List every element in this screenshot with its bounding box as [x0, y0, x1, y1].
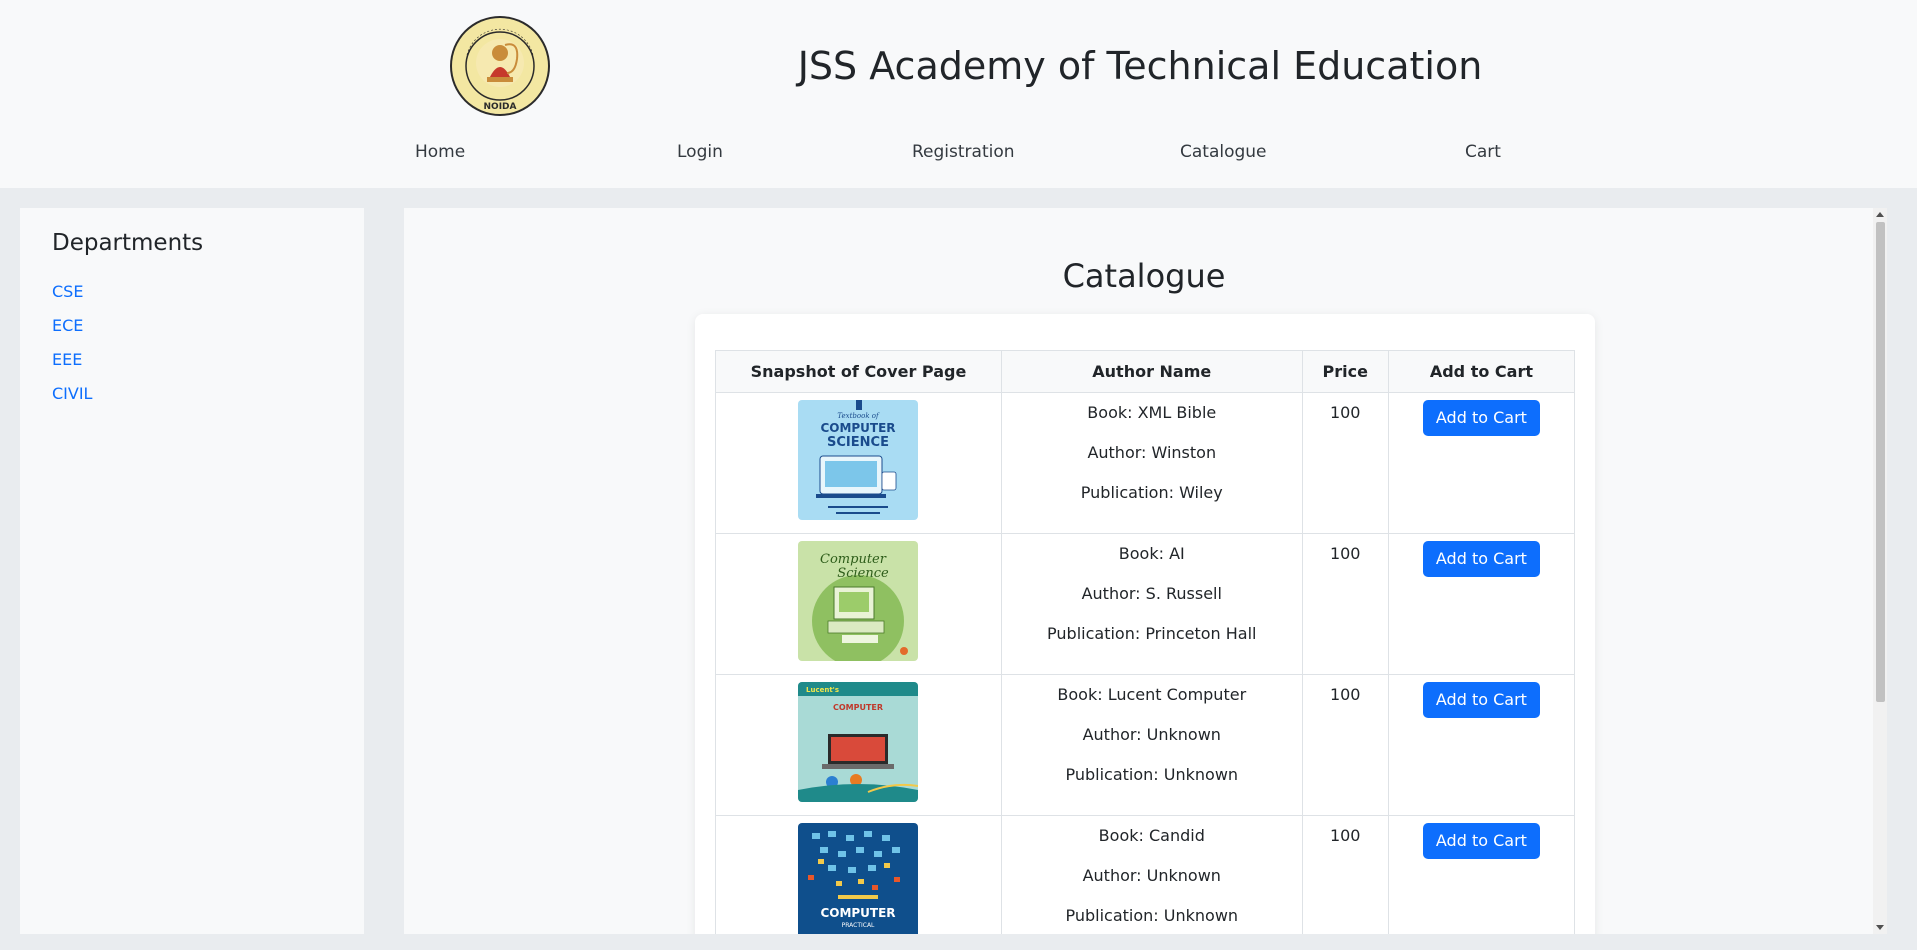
add-to-cart-cell: Add to Cart [1387, 533, 1576, 675]
add-to-cart-button[interactable]: Add to Cart [1422, 823, 1540, 859]
dept-link-cse[interactable]: CSE [52, 280, 83, 304]
book-author: Author: Winston [1087, 443, 1217, 462]
svg-text:Textbook of: Textbook of [838, 412, 881, 420]
add-to-cart-cell: Add to Cart [1387, 674, 1576, 816]
add-to-cart-button[interactable]: Add to Cart [1422, 541, 1540, 577]
nav-cart[interactable]: Cart [1465, 139, 1501, 165]
svg-text:PRACTICAL: PRACTICAL [842, 922, 875, 929]
price-cell: 100 [1301, 674, 1389, 816]
svg-text:NOIDA: NOIDA [484, 102, 517, 112]
book-cover-image[interactable]: COMPUTER PRACTICAL [798, 823, 919, 934]
catalogue-card: Snapshot of Cover Page Author Name Price… [695, 314, 1595, 934]
book-cover-image[interactable]: Computer Science [798, 541, 919, 661]
column-header-cover: Snapshot of Cover Page [715, 350, 1002, 393]
author-cell: Book: Candid Author: Unknown Publication… [1000, 815, 1303, 934]
price-cell: 100 [1301, 815, 1389, 934]
departments-title: Departments [52, 230, 204, 256]
book-publication: Publication: Unknown [1065, 906, 1239, 925]
catalogue-table: Snapshot of Cover Page Author Name Price… [715, 350, 1576, 934]
book-publication: Publication: Princeton Hall [1047, 624, 1257, 643]
cover-cell: Computer Science [715, 533, 1002, 675]
scroll-up-arrow-icon[interactable] [1876, 212, 1884, 217]
nav-registration[interactable]: Registration [912, 139, 1015, 165]
book-name: Book: Lucent Computer [1057, 685, 1247, 704]
book-name: Book: AI [1118, 544, 1185, 563]
cover-cell: Textbook of COMPUTER SCIENCE [715, 392, 1002, 534]
dept-link-ece[interactable]: ECE [52, 314, 83, 338]
price-cell: 100 [1301, 392, 1389, 534]
book-name: Book: XML Bible [1087, 403, 1217, 422]
book-cover-image[interactable]: Textbook of COMPUTER SCIENCE [798, 400, 919, 520]
site-header: NOIDA JSS Academy of Technical Education… [0, 0, 1917, 188]
column-header-add-to-cart: Add to Cart [1387, 350, 1576, 393]
svg-text:Science: Science [838, 566, 890, 581]
column-header-price: Price [1301, 350, 1389, 393]
nav-home[interactable]: Home [415, 139, 465, 165]
add-to-cart-button[interactable]: Add to Cart [1422, 682, 1540, 718]
add-to-cart-cell: Add to Cart [1387, 392, 1576, 534]
nav-catalogue[interactable]: Catalogue [1180, 139, 1267, 165]
svg-text:COMPUTER: COMPUTER [821, 906, 896, 920]
book-author: Author: S. Russell [1081, 584, 1222, 603]
author-cell: Book: Lucent Computer Author: Unknown Pu… [1000, 674, 1303, 816]
book-author: Author: Unknown [1082, 725, 1221, 744]
price-cell: 100 [1301, 533, 1389, 675]
book-name: Book: Candid [1098, 826, 1205, 845]
svg-text:COMPUTER: COMPUTER [821, 421, 896, 435]
site-title: JSS Academy of Technical Education [797, 44, 1483, 88]
college-logo: NOIDA [449, 15, 551, 117]
dept-link-civil[interactable]: CIVIL [52, 382, 92, 406]
svg-text:SCIENCE: SCIENCE [828, 435, 890, 450]
book-author: Author: Unknown [1082, 866, 1221, 885]
add-to-cart-button[interactable]: Add to Cart [1422, 400, 1540, 436]
add-to-cart-cell: Add to Cart [1387, 815, 1576, 934]
column-header-author: Author Name [1000, 350, 1303, 393]
table-row: Lucent's COMPUTER Book: Lucent Computer … [715, 674, 1576, 816]
scrollbar-thumb[interactable] [1876, 222, 1885, 702]
author-cell: Book: XML Bible Author: Winston Publicat… [1000, 392, 1303, 534]
svg-text:Computer: Computer [821, 552, 888, 567]
table-header-row: Snapshot of Cover Page Author Name Price… [715, 350, 1576, 393]
book-cover-image[interactable]: Lucent's COMPUTER [798, 682, 919, 802]
book-publication: Publication: Wiley [1080, 483, 1223, 502]
departments-sidebar: Departments CSE ECE EEE CIVIL [20, 208, 364, 934]
svg-text:COMPUTER: COMPUTER [833, 703, 883, 712]
vertical-scrollbar[interactable] [1873, 208, 1887, 934]
cover-cell: COMPUTER PRACTICAL [715, 815, 1002, 934]
nav-login[interactable]: Login [677, 139, 723, 165]
dept-link-eee[interactable]: EEE [52, 348, 82, 372]
catalogue-main: Catalogue Snapshot of Cover Page Author … [404, 208, 1887, 934]
catalogue-title: Catalogue [1062, 257, 1226, 295]
cover-cell: Lucent's COMPUTER [715, 674, 1002, 816]
table-row: COMPUTER PRACTICAL Book: Candid Author: … [715, 815, 1576, 934]
book-publication: Publication: Unknown [1065, 765, 1239, 784]
table-row: Computer Science Book: AI Author: S. Rus… [715, 533, 1576, 675]
author-cell: Book: AI Author: S. Russell Publication:… [1000, 533, 1303, 675]
scroll-down-arrow-icon[interactable] [1876, 925, 1884, 930]
svg-text:Lucent's: Lucent's [806, 686, 839, 694]
table-row: Textbook of COMPUTER SCIENCE Book: XML B… [715, 392, 1576, 534]
